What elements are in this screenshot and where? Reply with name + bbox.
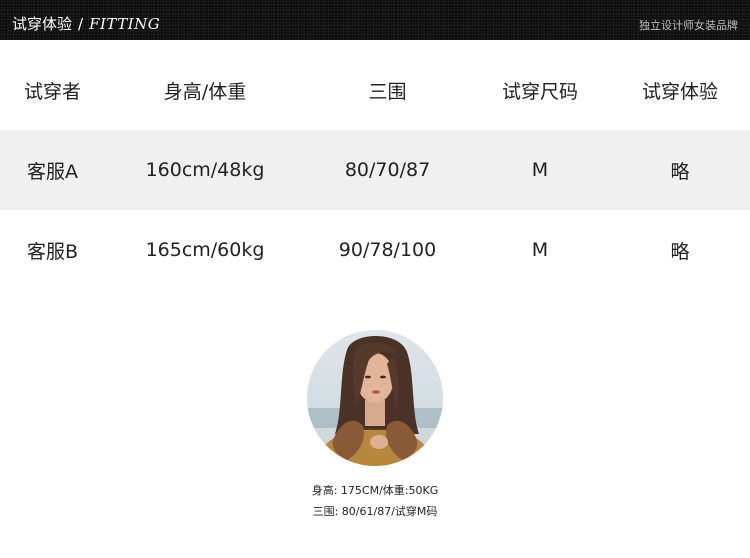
table-cell: 165cm/60kg	[145, 239, 265, 261]
table-cell: 略	[670, 160, 690, 183]
header-title: 试穿体验 / FITTING	[12, 13, 160, 34]
title-separator: /	[78, 14, 84, 33]
column-header: 试穿尺码	[501, 80, 578, 103]
model-portrait-illustration	[307, 330, 443, 466]
column-header: 试穿者	[23, 80, 81, 103]
table-cell: 客服B	[26, 240, 79, 263]
table-header-row: 试穿者 身高/体重 三围 试穿尺码 试穿体验	[0, 50, 750, 130]
table-cell: 160cm/48kg	[145, 159, 265, 181]
model-height-weight: 身高: 175CM/体重:50KG	[311, 484, 439, 497]
model-avatar	[307, 330, 443, 466]
column-header: 三围	[368, 80, 407, 103]
table-cell: 客服A	[27, 160, 78, 183]
table-cell: 略	[670, 240, 690, 263]
table-cell: M	[531, 159, 549, 181]
brand-tagline: 独立设计师女装品牌	[639, 19, 738, 32]
table-row: 客服A 160cm/48kg 80/70/87 M 略	[0, 130, 750, 210]
title-en: FITTING	[89, 14, 161, 33]
table-cell: M	[531, 239, 549, 261]
column-header: 身高/体重	[163, 80, 247, 103]
model-measurements: 三围: 80/61/87/试穿M码	[312, 505, 438, 518]
table-cell: 80/70/87	[344, 159, 431, 181]
table-row: 客服B 165cm/60kg 90/78/100 M 略	[0, 210, 750, 290]
column-header: 试穿体验	[641, 80, 718, 103]
fitting-table: 试穿者 身高/体重 三围 试穿尺码 试穿体验 客服A 160cm/48kg 80…	[0, 50, 750, 290]
header-banner: 试穿体验 / FITTING 独立设计师女装品牌	[0, 0, 750, 40]
title-cn: 试穿体验	[12, 15, 73, 33]
model-info: 身高: 175CM/体重:50KG 三围: 80/61/87/试穿M码	[0, 480, 750, 522]
table-cell: 90/78/100	[338, 239, 437, 261]
